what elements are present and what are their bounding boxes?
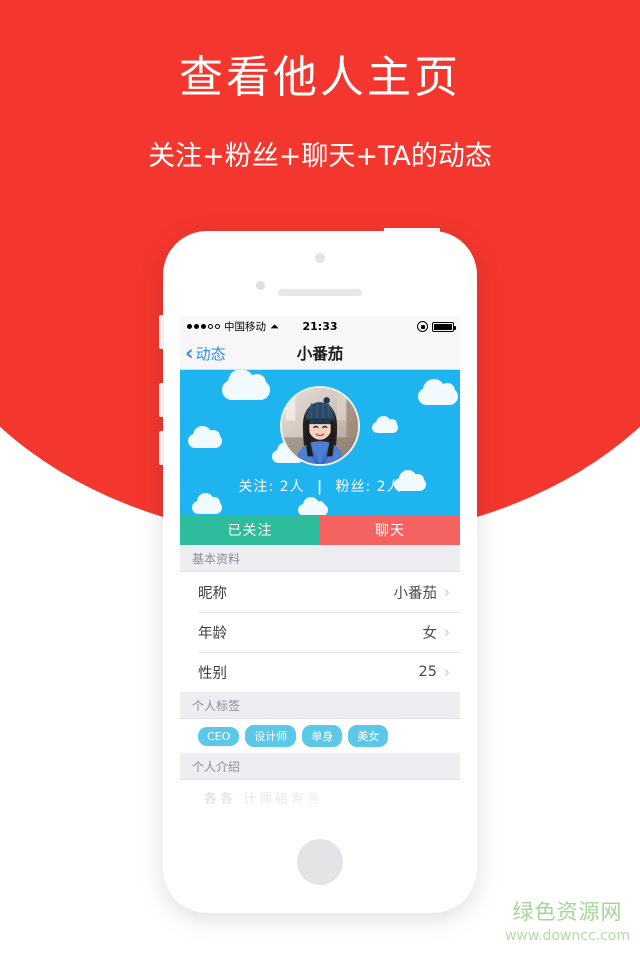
- home-button[interactable]: [297, 839, 343, 885]
- section-header-personal-tags: 个人标签: [180, 692, 460, 719]
- status-bar-right: [417, 321, 456, 332]
- nav-title: 小番茄: [296, 345, 344, 363]
- followers-count[interactable]: 粉丝: 2人: [336, 479, 402, 495]
- profile-banner: 关注: 2人 | 粉丝: 2人: [180, 370, 460, 515]
- phone-screen: 中国移动 ⏶ 21:33 ‹ 动态 小番茄 关注: 2人 | 粉丝: 2人 已关…: [180, 316, 460, 838]
- nav-bar: ‹ 动态 小番茄: [180, 337, 460, 370]
- rotation-lock-icon: [417, 321, 428, 332]
- cloud-icon: [192, 493, 222, 514]
- tag-item[interactable]: CEO: [198, 726, 240, 746]
- chat-button[interactable]: 聊天: [320, 515, 460, 545]
- cloud-icon: [418, 379, 458, 405]
- cloud-icon: [372, 416, 398, 433]
- cloud-icon: [188, 426, 222, 448]
- proximity-sensor-icon: [315, 253, 325, 263]
- section-header-basic-info: 基本资料: [180, 545, 460, 572]
- row-value: 25: [418, 664, 437, 680]
- action-button-bar: 已关注 聊天: [180, 515, 460, 545]
- watermark-site-name: 绿色资源网: [512, 900, 623, 924]
- personal-intro-text: 各各 计师硌寿身: [180, 780, 460, 807]
- chevron-right-icon: ›: [444, 662, 450, 681]
- row-label: 性别: [198, 665, 227, 682]
- row-value: 女: [422, 625, 438, 642]
- volume-down-button[interactable]: [159, 431, 164, 465]
- row-value: 小番茄: [393, 585, 438, 602]
- cloud-icon: [222, 370, 270, 400]
- tag-item[interactable]: 设计师: [245, 725, 297, 747]
- battery-full-icon: [432, 321, 456, 332]
- earpiece-speaker: [278, 289, 362, 296]
- table-row[interactable]: 年龄 女 ›: [180, 612, 460, 652]
- row-label: 年龄: [198, 625, 227, 642]
- tag-list: CEO 设计师 单身 美女: [180, 719, 460, 753]
- tag-item[interactable]: 单身: [302, 725, 343, 747]
- watermark-url: www.downcc.com: [504, 928, 630, 944]
- chevron-right-icon: ›: [444, 582, 450, 601]
- watermark: 绿色资源网 www.downcc.com: [505, 896, 630, 944]
- row-label: 昵称: [198, 585, 227, 602]
- tag-item[interactable]: 美女: [348, 725, 389, 747]
- front-camera-icon: [256, 281, 265, 290]
- stats-divider: |: [316, 479, 324, 495]
- section-header-personal-intro: 个人介绍: [180, 753, 460, 780]
- volume-up-button[interactable]: [159, 383, 164, 417]
- table-row[interactable]: 昵称 小番茄 ›: [180, 572, 460, 612]
- table-row[interactable]: 性别 25 ›: [180, 652, 460, 692]
- following-count[interactable]: 关注: 2人: [238, 479, 304, 495]
- avatar-image: [282, 388, 358, 464]
- avatar[interactable]: [280, 386, 360, 466]
- chevron-right-icon: ›: [444, 622, 450, 641]
- cloud-icon: [298, 497, 328, 515]
- phone-mockup: 中国移动 ⏶ 21:33 ‹ 动态 小番茄 关注: 2人 | 粉丝: 2人 已关…: [159, 231, 477, 913]
- mute-switch-button[interactable]: [159, 315, 164, 349]
- follow-button[interactable]: 已关注: [180, 515, 320, 545]
- profile-stats: 关注: 2人 | 粉丝: 2人: [180, 476, 460, 496]
- status-bar: 中国移动 ⏶ 21:33: [180, 316, 460, 337]
